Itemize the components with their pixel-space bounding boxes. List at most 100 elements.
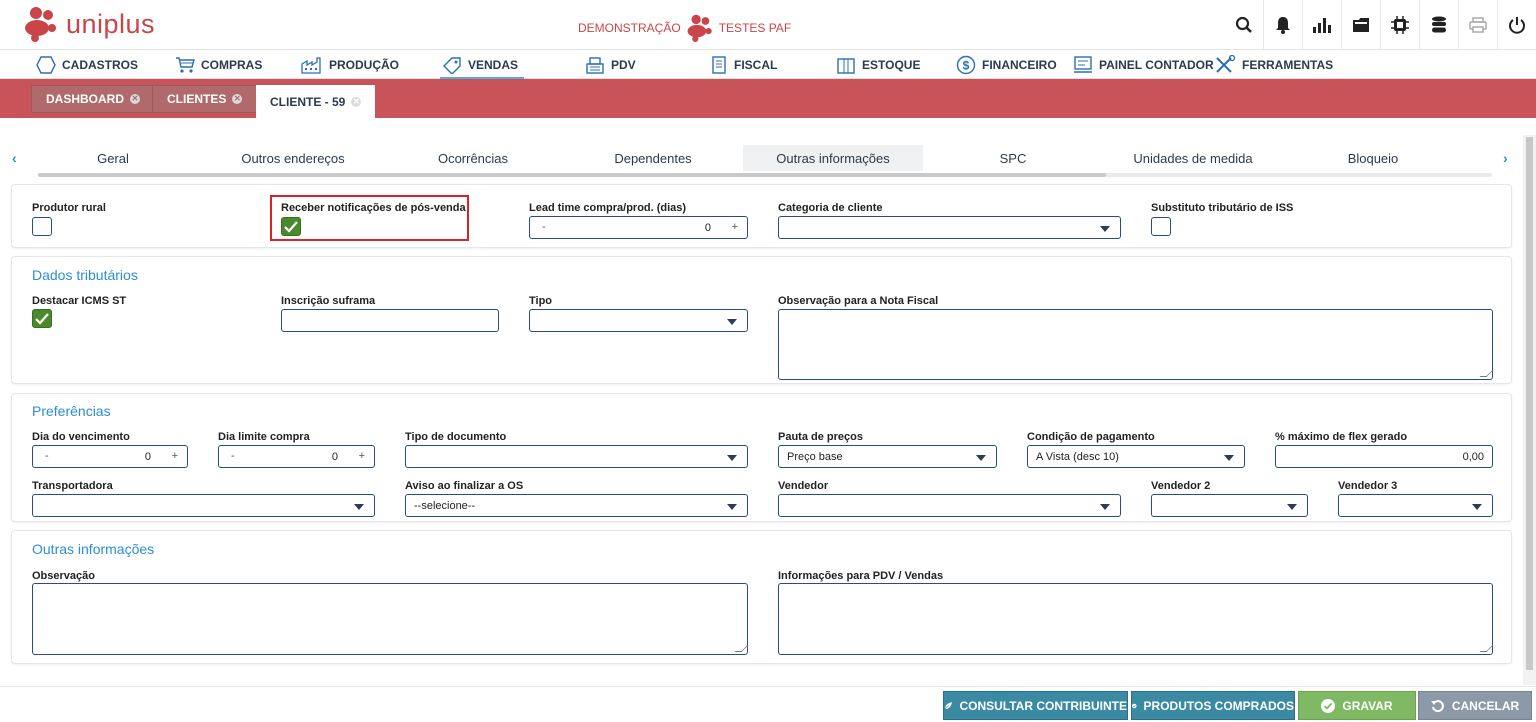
aviso-finalizar-os-select[interactable]: --selecione--	[405, 494, 748, 517]
lead-time-stepper[interactable]: - 0 +	[529, 216, 748, 239]
uniplus-small-icon	[685, 14, 715, 42]
app-logo[interactable]: uniplus	[22, 6, 155, 42]
tipo-documento-label: Tipo de documento	[405, 431, 507, 443]
general-panel: Produtor rural Receber notificações de p…	[11, 184, 1512, 248]
subtab-geral[interactable]: Geral	[38, 145, 188, 171]
plus-icon[interactable]: +	[172, 450, 178, 462]
gravar-button[interactable]: GRAVAR	[1298, 691, 1416, 720]
tab-cliente-59[interactable]: CLIENTE - 59 ✕	[256, 85, 376, 118]
preferencias-panel: Preferências Dia do vencimento - 0 + Dia…	[11, 393, 1512, 522]
receber-notificacoes-checkbox[interactable]	[281, 217, 301, 236]
consultar-contribuinte-label: CONSULTAR CONTRIBUINTE	[959, 698, 1127, 713]
minus-icon[interactable]: -	[45, 450, 49, 462]
menu-cadastros-label: CADASTROS	[62, 58, 139, 72]
menu-vendas[interactable]: VENDAS	[439, 51, 525, 79]
flex-maximo-input[interactable]: 0,00	[1275, 445, 1493, 468]
chart-icon[interactable]	[1302, 0, 1341, 50]
observacao-label: Observação	[32, 570, 95, 582]
search-icon[interactable]	[1224, 0, 1263, 50]
subtab-outras-informacoes-label: Outras informações	[776, 150, 890, 166]
dia-vencimento-value: 0	[144, 451, 151, 463]
close-icon[interactable]: ✕	[130, 94, 140, 104]
vendedor-2-label: Vendedor 2	[1151, 480, 1211, 492]
tipo-select[interactable]	[529, 309, 748, 332]
chevron-right-icon[interactable]: ›	[1503, 150, 1508, 166]
subtab-unidades-de-medida[interactable]: Unidades de medida	[1118, 145, 1268, 171]
subtab-spc[interactable]: SPC	[938, 145, 1088, 171]
tag-icon	[443, 57, 461, 74]
categoria-cliente-select[interactable]	[778, 216, 1121, 239]
outras-informacoes-panel: Outras informações Observação Informaçõe…	[11, 530, 1512, 664]
inscricao-suframa-input[interactable]	[281, 309, 499, 332]
info-pdv-textarea[interactable]	[778, 583, 1493, 655]
menu-fiscal[interactable]: FISCAL	[710, 51, 777, 79]
produtos-comprados-button[interactable]: PRODUTOS COMPRADOS	[1131, 691, 1295, 720]
menu-cadastros[interactable]: CADASTROS	[36, 51, 138, 79]
top-bar: uniplus DEMONSTRAÇÃO TESTES PAF	[0, 0, 1536, 50]
power-icon[interactable]	[1497, 0, 1536, 50]
receber-notificacoes-label: Receber notificações de pós-venda	[281, 202, 466, 214]
subtab-outros-enderecos[interactable]: Outros endereços	[218, 145, 368, 171]
preferencias-title: Preferências	[32, 403, 111, 419]
panel-icon	[1074, 56, 1092, 73]
menu-ferramentas-label: FERRAMENTAS	[1242, 58, 1334, 72]
plus-icon[interactable]: +	[732, 221, 738, 233]
menu-financeiro[interactable]: $ FINANCEIRO	[956, 51, 1057, 79]
scrollbar-thumb[interactable]	[1526, 137, 1533, 670]
register-icon	[586, 57, 604, 74]
menu-pdv[interactable]: PDV	[585, 51, 636, 79]
consultar-contribuinte-button[interactable]: CONSULTAR CONTRIBUINTE	[943, 691, 1128, 720]
dia-vencimento-label: Dia do vencimento	[32, 431, 130, 443]
transportadora-label: Transportadora	[32, 480, 113, 492]
scrollbar-thumb[interactable]	[38, 173, 1106, 177]
destacar-icms-label: Destacar ICMS ST	[32, 295, 127, 307]
flex-maximo-value: 0,00	[1462, 450, 1484, 463]
subtabs-scrollbar[interactable]	[38, 173, 1492, 177]
chip-icon[interactable]	[1380, 0, 1419, 50]
tipo-label: Tipo	[529, 295, 553, 307]
vendedor-2-select[interactable]	[1151, 494, 1308, 517]
subtab-dependentes[interactable]: Dependentes	[578, 145, 728, 171]
subtab-bloqueio[interactable]: Bloqueio	[1298, 145, 1448, 171]
produtor-rural-checkbox[interactable]	[32, 217, 52, 236]
chevron-left-icon[interactable]: ‹	[12, 150, 17, 166]
checkmark-icon	[284, 220, 298, 233]
menu-ferramentas[interactable]: FERRAMENTAS	[1214, 51, 1333, 79]
substituto-iss-checkbox[interactable]	[1151, 217, 1171, 236]
minus-icon[interactable]: -	[542, 221, 546, 233]
minus-icon[interactable]: -	[231, 450, 235, 462]
transportadora-select[interactable]	[32, 494, 375, 517]
tab-dashboard[interactable]: DASHBOARD ✕	[31, 85, 155, 113]
inscricao-suframa-label: Inscrição suframa	[281, 295, 376, 307]
observacao-nf-textarea[interactable]	[778, 309, 1493, 380]
menu-producao-label: PRODUÇÃO	[329, 58, 400, 72]
menu-compras[interactable]: COMPRAS	[175, 51, 262, 79]
printer-icon[interactable]	[1458, 0, 1497, 50]
dia-vencimento-stepper[interactable]: - 0 +	[32, 445, 188, 468]
tipo-documento-select[interactable]	[405, 445, 748, 468]
condicao-pagamento-select[interactable]: A Vista (desc 10)	[1027, 445, 1245, 468]
cancelar-button[interactable]: CANCELAR	[1418, 691, 1532, 720]
pauta-precos-select[interactable]: Preço base	[778, 445, 997, 468]
close-icon[interactable]: ✕	[351, 96, 362, 107]
menu-painel-contador[interactable]: PAINEL CONTADOR	[1073, 51, 1214, 79]
menu-estoque[interactable]: ESTOQUE	[836, 51, 920, 79]
destacar-icms-checkbox[interactable]	[32, 309, 52, 328]
check-circle-icon	[1132, 703, 1137, 708]
folder-icon[interactable]	[1341, 0, 1380, 50]
tab-clientes[interactable]: CLIENTES ✕	[152, 85, 258, 113]
tab-cliente-59-label: CLIENTE - 59	[270, 94, 346, 109]
close-icon[interactable]: ✕	[232, 94, 243, 104]
plus-icon[interactable]: +	[359, 450, 365, 462]
observacao-textarea[interactable]	[32, 583, 748, 655]
subtab-ocorrencias-label: Ocorrências	[437, 150, 509, 166]
bell-icon[interactable]	[1263, 0, 1302, 50]
database-icon[interactable]	[1419, 0, 1458, 50]
subtab-outras-informacoes[interactable]: Outras informações	[743, 145, 923, 171]
vendedor-select[interactable]	[778, 494, 1121, 517]
vertical-scrollbar[interactable]	[1523, 135, 1536, 685]
vendedor-3-select[interactable]	[1338, 494, 1493, 517]
subtab-ocorrencias[interactable]: Ocorrências	[398, 145, 548, 171]
dia-limite-stepper[interactable]: - 0 +	[218, 445, 375, 468]
menu-producao[interactable]: PRODUÇÃO	[301, 51, 399, 79]
